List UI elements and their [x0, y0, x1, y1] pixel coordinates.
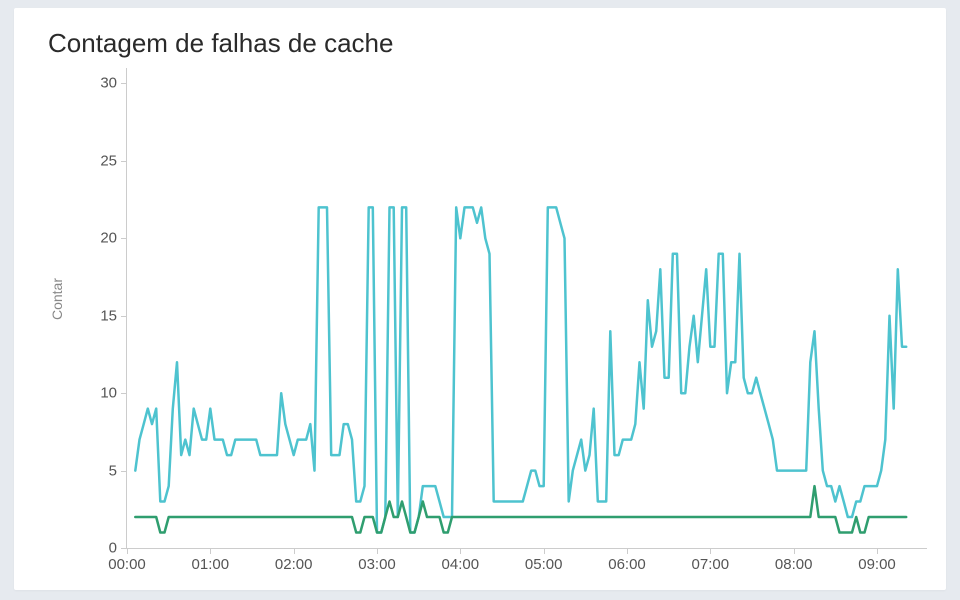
x-tick-mark: [460, 548, 461, 554]
chart-panel: Contagem de falhas de cache Contar 05101…: [14, 8, 946, 590]
y-tick-mark: [121, 238, 127, 239]
series-line-cache-misses-a: [135, 207, 906, 532]
x-tick-mark: [794, 548, 795, 554]
x-tick-mark: [377, 548, 378, 554]
x-tick-mark: [877, 548, 878, 554]
x-tick-mark: [210, 548, 211, 554]
x-tick-mark: [544, 548, 545, 554]
x-tick-mark: [294, 548, 295, 554]
x-tick-mark: [127, 548, 128, 554]
y-tick-mark: [121, 161, 127, 162]
chart-title: Contagem de falhas de cache: [48, 28, 393, 59]
series-line-cache-misses-b: [135, 486, 906, 532]
y-tick-mark: [121, 316, 127, 317]
x-tick-mark: [627, 548, 628, 554]
y-tick-mark: [121, 471, 127, 472]
y-axis-label: Contar: [49, 278, 65, 320]
x-tick-mark: [710, 548, 711, 554]
plot-area: 05101520253000:0001:0002:0003:0004:0005:…: [126, 68, 927, 549]
line-chart-svg: [127, 68, 927, 548]
y-tick-mark: [121, 393, 127, 394]
y-tick-mark: [121, 83, 127, 84]
